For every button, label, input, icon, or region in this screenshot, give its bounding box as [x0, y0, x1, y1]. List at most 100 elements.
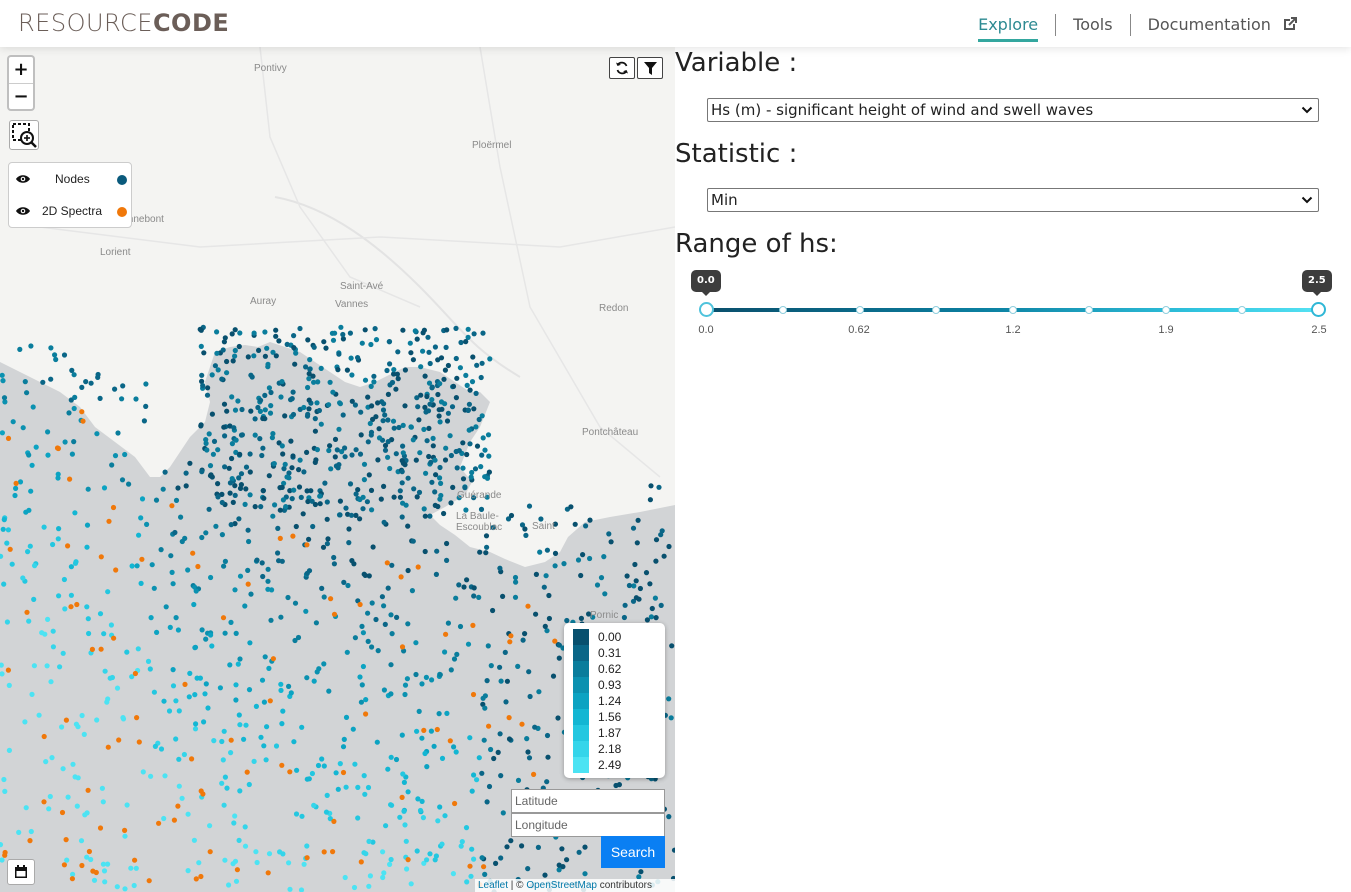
node-marker[interactable]: [301, 469, 307, 475]
node-marker[interactable]: [318, 421, 324, 427]
node-marker[interactable]: [336, 426, 342, 432]
node-marker[interactable]: [405, 567, 411, 574]
node-marker[interactable]: [429, 677, 435, 683]
node-marker[interactable]: [340, 744, 347, 750]
node-marker[interactable]: [201, 350, 207, 356]
spectra-marker[interactable]: [74, 601, 80, 608]
node-marker[interactable]: [476, 416, 482, 423]
node-marker[interactable]: [30, 404, 36, 410]
node-marker[interactable]: [359, 623, 365, 630]
node-marker[interactable]: [464, 382, 470, 388]
node-marker[interactable]: [312, 501, 318, 508]
node-marker[interactable]: [468, 873, 474, 879]
node-marker[interactable]: [661, 553, 667, 559]
node-marker[interactable]: [78, 838, 85, 844]
node-marker[interactable]: [471, 585, 477, 591]
node-marker[interactable]: [336, 351, 342, 357]
node-marker[interactable]: [292, 361, 298, 367]
node-marker[interactable]: [393, 386, 399, 392]
node-marker[interactable]: [140, 769, 146, 775]
node-marker[interactable]: [261, 699, 267, 705]
node-marker[interactable]: [277, 849, 283, 855]
node-marker[interactable]: [413, 671, 419, 678]
spectra-marker[interactable]: [97, 825, 104, 831]
node-marker[interactable]: [288, 438, 294, 444]
spectra-marker[interactable]: [384, 560, 390, 566]
node-marker[interactable]: [358, 432, 364, 438]
node-marker[interactable]: [328, 466, 334, 472]
node-marker[interactable]: [460, 465, 466, 471]
node-marker[interactable]: [348, 512, 355, 518]
node-marker[interactable]: [43, 759, 49, 765]
spectra-marker[interactable]: [508, 633, 514, 639]
node-marker[interactable]: [192, 645, 198, 651]
node-marker[interactable]: [50, 644, 57, 650]
node-marker[interactable]: [268, 389, 274, 396]
node-marker[interactable]: [332, 454, 338, 460]
node-marker[interactable]: [71, 372, 77, 378]
node-marker[interactable]: [56, 526, 62, 532]
node-marker[interactable]: [391, 425, 397, 431]
node-marker[interactable]: [22, 379, 28, 385]
node-marker[interactable]: [268, 617, 274, 623]
statistic-select[interactable]: Min: [707, 188, 1319, 212]
node-marker[interactable]: [299, 724, 305, 730]
node-marker[interactable]: [233, 630, 239, 637]
spectra-marker[interactable]: [132, 857, 138, 863]
node-marker[interactable]: [438, 399, 445, 405]
node-marker[interactable]: [120, 383, 126, 389]
node-marker[interactable]: [260, 445, 266, 451]
node-marker[interactable]: [445, 362, 451, 369]
node-marker[interactable]: [326, 447, 332, 454]
node-marker[interactable]: [429, 479, 435, 485]
node-marker[interactable]: [448, 667, 454, 673]
node-marker[interactable]: [441, 376, 447, 382]
node-marker[interactable]: [299, 813, 305, 819]
node-marker[interactable]: [454, 651, 460, 658]
node-marker[interactable]: [317, 501, 323, 507]
node-marker[interactable]: [389, 379, 396, 386]
node-marker[interactable]: [231, 425, 237, 431]
node-marker[interactable]: [448, 500, 454, 506]
node-marker[interactable]: [122, 451, 128, 458]
node-marker[interactable]: [444, 327, 450, 333]
node-marker[interactable]: [444, 710, 450, 717]
node-marker[interactable]: [433, 571, 439, 578]
spectra-marker[interactable]: [110, 504, 117, 511]
node-marker[interactable]: [84, 522, 91, 528]
node-marker[interactable]: [262, 329, 268, 335]
node-marker[interactable]: [211, 738, 217, 744]
node-marker[interactable]: [232, 327, 238, 333]
node-marker[interactable]: [435, 503, 441, 510]
node-marker[interactable]: [208, 574, 214, 581]
node-marker[interactable]: [239, 406, 245, 413]
node-marker[interactable]: [100, 799, 106, 805]
node-marker[interactable]: [259, 560, 265, 566]
node-marker[interactable]: [343, 714, 350, 721]
node-marker[interactable]: [583, 523, 589, 529]
node-marker[interactable]: [56, 593, 62, 599]
spectra-marker[interactable]: [136, 739, 142, 745]
node-marker[interactable]: [170, 683, 177, 689]
node-marker[interactable]: [69, 451, 75, 457]
node-marker[interactable]: [635, 517, 641, 523]
node-marker[interactable]: [365, 610, 371, 616]
node-marker[interactable]: [572, 521, 578, 527]
node-marker[interactable]: [229, 441, 235, 447]
node-marker[interactable]: [229, 394, 235, 400]
node-marker[interactable]: [544, 732, 551, 739]
node-marker[interactable]: [71, 405, 77, 412]
node-marker[interactable]: [442, 649, 448, 655]
node-marker[interactable]: [293, 350, 299, 356]
node-marker[interactable]: [535, 844, 542, 851]
node-marker[interactable]: [214, 350, 220, 356]
node-marker[interactable]: [413, 457, 419, 463]
node-marker[interactable]: [526, 755, 533, 761]
node-marker[interactable]: [50, 628, 56, 634]
node-marker[interactable]: [464, 577, 470, 583]
node-marker[interactable]: [47, 793, 53, 800]
node-marker[interactable]: [439, 841, 445, 847]
node-marker[interactable]: [389, 631, 395, 637]
spectra-marker[interactable]: [65, 543, 71, 549]
node-marker[interactable]: [411, 486, 417, 492]
